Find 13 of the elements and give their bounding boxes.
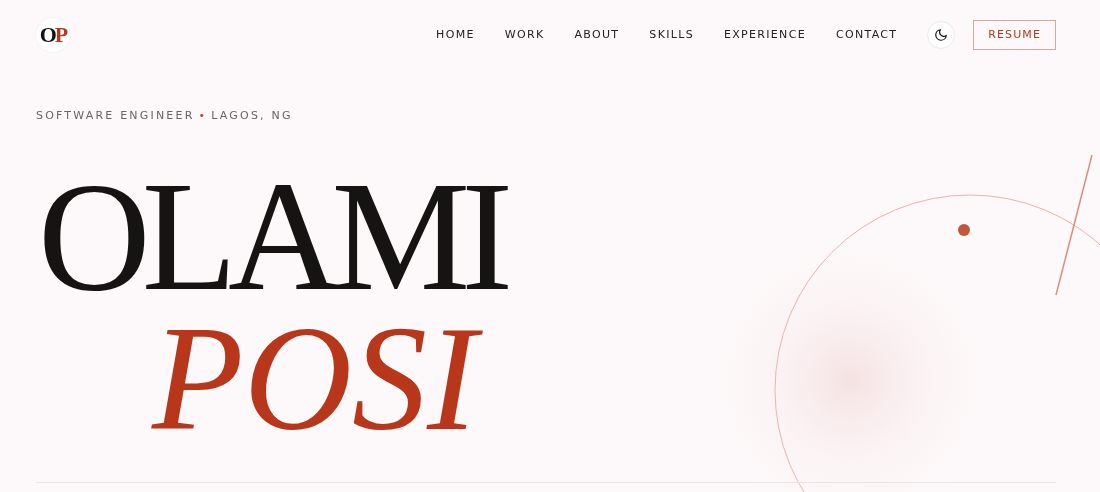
nav-link[interactable]: HOME: [436, 26, 475, 44]
theme-toggle-button[interactable]: [927, 21, 956, 49]
separator-dot: •: [198, 109, 208, 122]
resume-button[interactable]: RESUME: [973, 19, 1056, 51]
nav-link[interactable]: WORK: [504, 26, 545, 44]
nav-link[interactable]: ABOUT: [574, 26, 620, 44]
nav-link[interactable]: SKILLS: [649, 26, 694, 44]
location-text: LAGOS, NG: [211, 109, 293, 122]
nav-link[interactable]: CONTACT: [835, 26, 898, 44]
logo[interactable]: OP: [36, 18, 70, 52]
nav-link[interactable]: EXPERIENCE: [723, 26, 806, 44]
moon-icon: [934, 28, 949, 42]
role-text: SOFTWARE ENGINEER: [36, 109, 195, 122]
